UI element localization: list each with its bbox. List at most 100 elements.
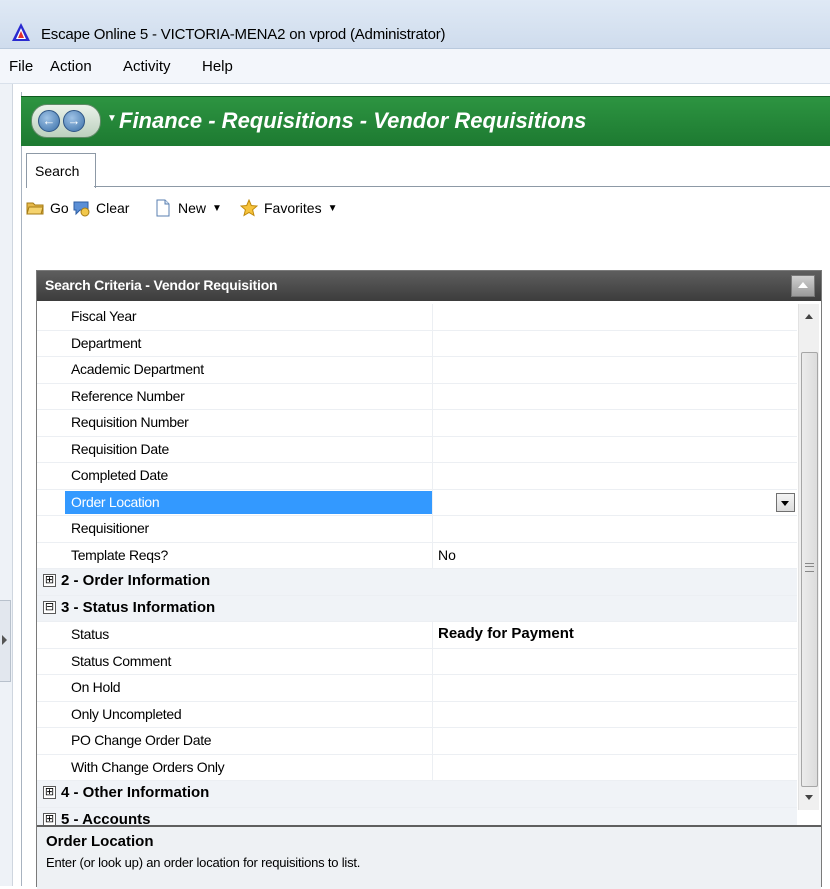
page-title: Finance - Requisitions - Vendor Requisit… — [119, 108, 587, 133]
chevron-down-icon — [781, 500, 789, 506]
column-divider — [432, 357, 433, 383]
chevron-right-icon — [2, 635, 7, 645]
criteria-row-academic-department[interactable]: Academic Department — [37, 357, 797, 384]
field-label: Requisition Number — [71, 414, 189, 430]
clear-button[interactable]: Clear — [72, 195, 129, 221]
column-divider — [432, 489, 433, 515]
section-label: 4 - Other Information — [61, 784, 210, 801]
column-divider — [432, 542, 433, 568]
chevron-down-icon[interactable]: ▼ — [328, 203, 338, 214]
menu-file[interactable]: File — [9, 58, 33, 75]
field-value[interactable]: No — [438, 547, 456, 563]
favorites-button[interactable]: Favorites ▼ — [240, 195, 337, 221]
description-text: Enter (or look up) an order location for… — [46, 855, 361, 870]
star-icon — [240, 199, 258, 217]
go-label: Go — [50, 200, 69, 216]
expand-icon[interactable]: ⊞ — [43, 786, 56, 799]
title-bar: Escape Online 5 - VICTORIA-MENA2 on vpro… — [0, 0, 830, 49]
criteria-row-requisitioner[interactable]: Requisitioner — [37, 516, 797, 543]
new-label: New — [178, 200, 207, 216]
field-label: Status Comment — [71, 652, 172, 669]
escape-logo-icon — [12, 23, 30, 41]
tab-search[interactable]: Search — [26, 153, 96, 188]
section-other-information[interactable]: ⊞ 4 - Other Information — [37, 781, 797, 808]
field-value[interactable]: Ready for Payment — [438, 625, 574, 642]
back-arrow-icon[interactable]: ← — [38, 110, 60, 132]
column-divider — [432, 304, 433, 330]
history-dropdown-icon[interactable]: ▼ — [107, 113, 117, 124]
menu-help[interactable]: Help — [202, 58, 233, 75]
section-status-information[interactable]: ⊟ 3 - Status Information — [37, 595, 797, 622]
field-label: Department — [71, 334, 142, 351]
criteria-row-status-comment[interactable]: Status Comment — [37, 648, 797, 675]
field-label: Fiscal Year — [71, 308, 137, 324]
column-divider — [432, 754, 433, 780]
scroll-down-icon[interactable] — [805, 795, 813, 800]
expand-icon[interactable]: ⊞ — [43, 574, 56, 587]
field-label: On Hold — [71, 679, 121, 695]
new-document-icon — [156, 199, 170, 217]
column-divider — [432, 675, 433, 701]
criteria-row-requisition-number[interactable]: Requisition Number — [37, 410, 797, 437]
tab-search-label: Search — [35, 163, 80, 179]
column-divider — [432, 728, 433, 754]
field-label: Completed Date — [71, 467, 168, 483]
criteria-row-fiscal-year[interactable]: Fiscal Year — [37, 304, 797, 331]
field-label: Requisition Date — [71, 440, 169, 457]
field-label: Reference Number — [71, 387, 185, 404]
criteria-grid: Fiscal Year Department Academic Departme… — [37, 304, 797, 834]
folder-open-icon — [26, 202, 44, 215]
criteria-row-requisition-date[interactable]: Requisition Date — [37, 436, 797, 463]
criteria-row-status[interactable]: Status Ready for Payment — [37, 622, 797, 649]
criteria-row-reference-number[interactable]: Reference Number — [37, 383, 797, 410]
scroll-thumb[interactable] — [801, 352, 818, 787]
field-label: Status — [71, 626, 109, 642]
go-button[interactable]: Go — [26, 195, 69, 221]
criteria-row-completed-date[interactable]: Completed Date — [37, 463, 797, 490]
field-label: Only Uncompleted — [71, 705, 182, 722]
left-collapse-strip — [0, 84, 13, 886]
search-criteria-panel: Search Criteria - Vendor Requisition Fis… — [36, 270, 822, 889]
section-order-information[interactable]: ⊞ 2 - Order Information — [37, 569, 797, 596]
vertical-scrollbar[interactable] — [798, 304, 819, 810]
window-title: Escape Online 5 - VICTORIA-MENA2 on vpro… — [41, 26, 446, 43]
field-label: Order Location — [71, 493, 160, 510]
criteria-row-on-hold[interactable]: On Hold — [37, 675, 797, 702]
field-description-panel: Order Location Enter (or look up) an ord… — [37, 825, 821, 889]
collapse-panel-button[interactable] — [791, 275, 815, 297]
column-divider — [432, 701, 433, 727]
column-divider — [432, 622, 433, 648]
scroll-up-icon[interactable] — [805, 314, 813, 319]
field-label: Requisitioner — [71, 520, 149, 536]
panel-title: Search Criteria - Vendor Requisition — [45, 277, 278, 293]
clear-label: Clear — [96, 200, 130, 216]
expand-icon[interactable]: ⊞ — [43, 812, 56, 826]
column-divider — [432, 383, 433, 409]
forward-arrow-icon[interactable]: → — [63, 110, 85, 132]
new-button[interactable]: New ▼ — [154, 195, 222, 221]
field-label: Template Reqs? — [71, 546, 168, 563]
column-divider — [432, 330, 433, 356]
field-label: With Change Orders Only — [71, 758, 225, 775]
column-divider — [432, 410, 433, 436]
criteria-row-po-change-order-date[interactable]: PO Change Order Date — [37, 728, 797, 755]
criteria-row-with-change-orders-only[interactable]: With Change Orders Only — [37, 754, 797, 781]
collapse-icon[interactable]: ⊟ — [43, 600, 56, 614]
expand-sidebar-handle[interactable] — [0, 600, 11, 682]
criteria-row-template-reqs[interactable]: Template Reqs? No — [37, 542, 797, 569]
grip-icon — [805, 563, 814, 572]
column-divider — [432, 516, 433, 542]
criteria-row-order-location[interactable]: Order Location — [37, 489, 797, 516]
menu-activity[interactable]: Activity — [123, 58, 171, 75]
column-divider — [432, 648, 433, 674]
menu-action[interactable]: Action — [50, 58, 92, 75]
criteria-row-department[interactable]: Department — [37, 330, 797, 357]
column-divider — [432, 436, 433, 462]
chevron-down-icon[interactable]: ▼ — [212, 203, 222, 214]
chevron-up-icon — [798, 282, 808, 288]
criteria-row-only-uncompleted[interactable]: Only Uncompleted — [37, 701, 797, 728]
section-label: 3 - Status Information — [61, 598, 216, 616]
panel-header: Search Criteria - Vendor Requisition — [37, 271, 821, 301]
favorites-label: Favorites — [264, 200, 322, 216]
order-location-dropdown-button[interactable] — [776, 492, 795, 512]
